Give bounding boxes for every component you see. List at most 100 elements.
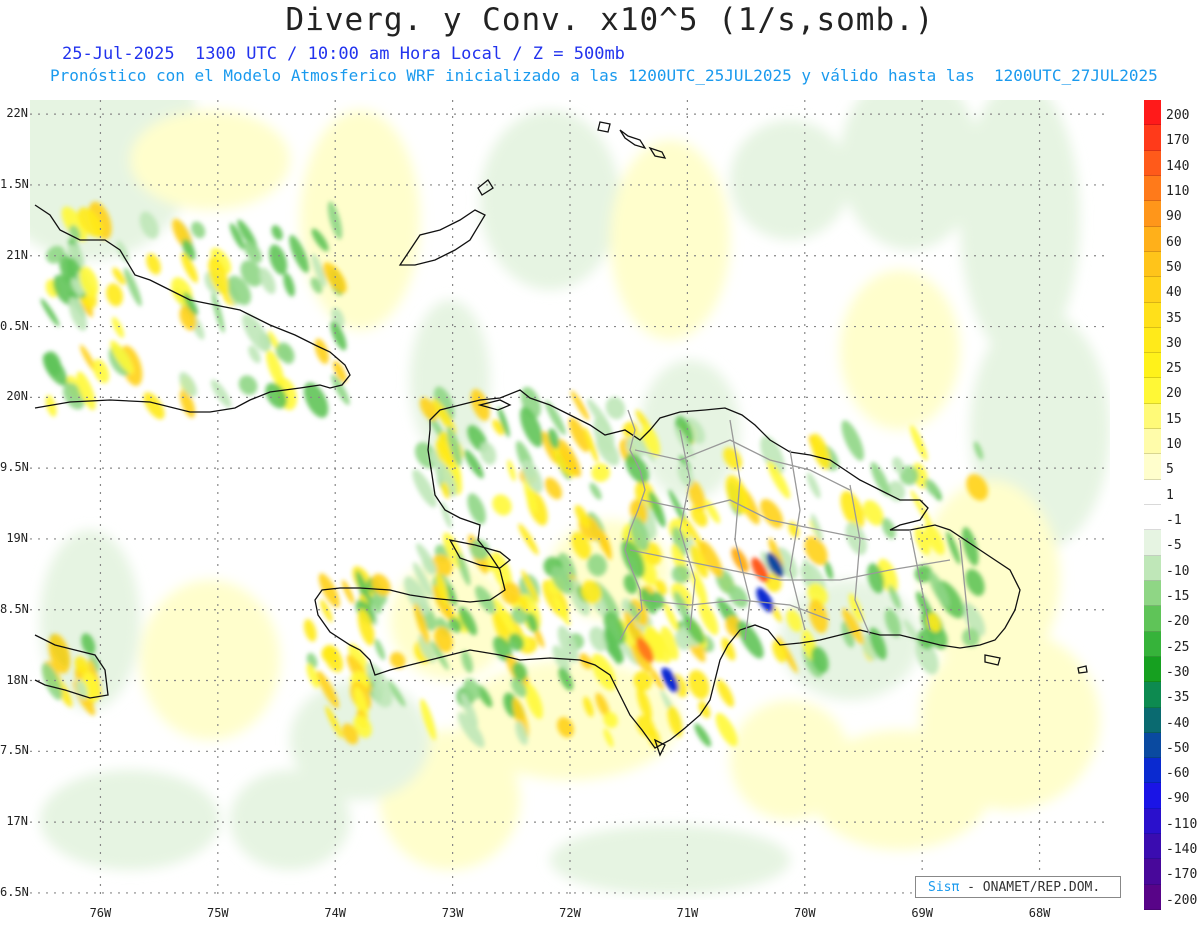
field-cell [694,723,712,747]
field-blob [130,110,290,210]
field-cell [283,272,295,297]
field-cell [910,425,928,461]
colorbar-cell [1144,403,1161,430]
latitude-tick-label: 21N [6,247,28,262]
colorbar-tick-label: -5 [1166,538,1182,554]
field-blob [40,770,220,870]
longitude-tick-label: 71W [676,906,699,920]
colorbar-cell [1144,150,1161,176]
colorbar-cell [1144,555,1161,581]
field-cell [589,482,602,500]
field-cell [238,375,258,396]
colorbar-cell [1144,479,1161,505]
colorbar-cell [1144,505,1161,531]
colorbar-cell [1144,530,1161,556]
latitude-tick-label: 7.5N [0,743,29,758]
colorbar-cell [1144,353,1161,379]
colorbar-tick-label: 40 [1166,285,1182,301]
colorbar-cell [1144,580,1161,607]
longitude-tick-label: 74W [324,906,347,920]
field-cell [507,459,516,482]
field-blob [730,120,850,240]
field-cell [111,316,125,339]
colorbar-cell [1144,808,1161,835]
colorbar-tick-label: -60 [1166,766,1190,782]
colorbar-cell [1144,656,1161,683]
colorbar-tick-label: -30 [1166,664,1190,680]
colorbar-tick-label: -170 [1166,867,1198,883]
field-blob [610,140,730,340]
colorbar-tick-label: -50 [1166,740,1190,756]
colorbar-tick-label: 5 [1166,462,1174,478]
field-cell [271,225,283,241]
colorbar-cell [1144,631,1161,657]
field-cell [605,396,626,420]
colorbar-cell [1144,251,1161,278]
colorbar-tick-label: 20 [1166,386,1182,402]
valid-time-subtitle: 25-Jul-2025 1300 UTC / 10:00 am Hora Loc… [62,44,625,64]
colorbar-cell [1144,682,1161,708]
field-blob [550,825,790,895]
field-cell [374,638,386,661]
colorbar-cell [1144,201,1161,227]
field-cell [671,564,690,584]
colorbar-tick-label: 35 [1166,310,1182,326]
colorbar-cell [1144,302,1161,328]
field-cell [341,579,355,604]
model-run-subtitle: Pronóstico con el Modelo Atmosferico WRF… [50,66,1158,85]
field-cell [788,521,800,538]
field-cell [146,253,161,275]
field-cell [845,522,867,556]
colorbar-tick-label: -10 [1166,563,1190,579]
colorbar-cell [1144,884,1161,910]
field-blob [140,580,280,740]
colorbar-tick-label: -90 [1166,791,1190,807]
field-cell [737,620,764,659]
colorbar-cell [1144,783,1161,809]
colorbar-tick-label: 140 [1166,158,1190,174]
field-cell [841,420,864,461]
colorbar-cell [1144,859,1161,885]
longitude-tick-label: 70W [793,906,816,920]
field-cell [688,669,710,700]
colorbar-cell [1144,327,1161,354]
colorbar-tick-label: 110 [1166,183,1190,199]
colorbar-cell [1144,100,1161,126]
colorbar-cell [1144,834,1161,860]
colorbar-tick-label: 170 [1166,133,1190,149]
longitude-tick-label: 73W [441,906,464,920]
colorbar-cell [1144,606,1161,632]
colorbar-cell [1144,707,1161,733]
map-canvas [30,100,1110,900]
field-cell [544,477,563,500]
colorbar-tick-label: -1 [1166,513,1182,528]
latitude-tick-label: 6.5N [0,884,29,899]
field-blob [300,110,420,330]
chart-title: Diverg. y Conv. x10^5 (1/s,somb.) [285,2,935,38]
field-cell [106,283,124,307]
longitude-tick-label: 76W [89,906,112,920]
colorbar-cell [1144,454,1161,480]
colorbar-cell [1144,226,1161,252]
colorbar-tick-label: 200 [1166,108,1190,123]
field-blob [840,270,960,430]
map-panel[interactable] [30,100,1110,900]
colorbar-cell [1144,125,1161,151]
latitude-tick-label: 9.5N [0,460,29,475]
colorbar-tick-label: 60 [1166,234,1182,250]
colorbar-tick-label: 15 [1166,411,1182,427]
longitude-tick-label: 69W [911,906,934,920]
colorbar-tick-label: 90 [1166,209,1182,225]
latitude-tick-label: 18N [6,672,28,687]
colorbar-tick-label: -110 [1166,816,1198,832]
field-cell [318,573,340,608]
field-blob [230,770,350,870]
colorbar-tick-label: 30 [1166,335,1182,351]
longitude-tick-label: 68W [1028,906,1051,920]
colorbar-cell [1144,429,1161,455]
colorbar-tick-label: -200 [1166,892,1198,908]
field-cell [870,462,890,497]
field-cell [210,379,232,408]
credit-box: Sisπ - ONAMET/REP.DOM. [915,876,1121,898]
latitude-tick-label: 1.5N [0,176,29,191]
